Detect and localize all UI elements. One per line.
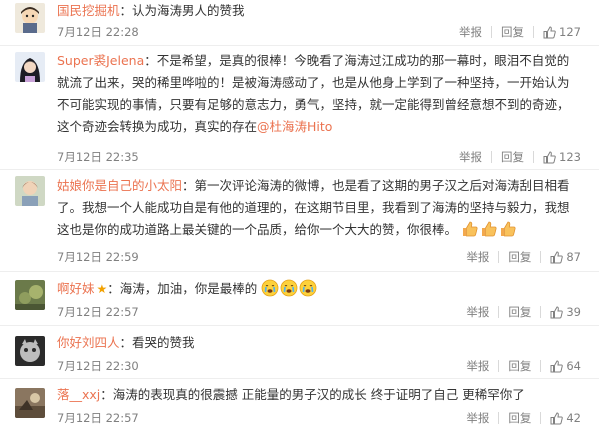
like-count: 42 [566,411,581,425]
report-button[interactable]: 举报 [466,410,489,426]
comment-item: 姑娘你是自己的小太阳：第一次评论海涛的微博，也是看了这期的男子汉之后对海涛刮目相… [0,170,599,272]
crying-emoji [280,279,298,297]
divider [498,251,500,263]
divider [498,412,500,424]
comment-content: 海涛的表现真的很震撼 正能量的男子汉的成长 终于证明了自己 更稀罕你了 [112,387,525,402]
thumbs-up-emoji [480,220,498,238]
report-button[interactable]: 举报 [459,149,482,165]
divider [491,26,493,38]
like-button[interactable]: 42 [550,411,581,425]
comment-username[interactable]: 国民挖掘机 [57,3,120,18]
divider [540,251,542,263]
avatar[interactable] [15,176,45,206]
divider [498,360,500,372]
like-button[interactable]: 123 [543,150,581,164]
comment-username[interactable]: 落__xxj [57,387,100,402]
avatar[interactable] [15,336,45,366]
comment-item: 国民挖掘机：认为海涛男人的赞我 7月12日 22:28 举报 回复 127 [0,0,599,46]
thumbs-up-icon [543,25,556,39]
comment-time: 7月12日 22:28 [57,25,139,39]
comment-time: 7月12日 22:59 [57,250,139,264]
thumbs-up-icon [550,305,564,319]
divider [540,306,542,318]
avatar[interactable] [15,3,45,33]
thumbs-up-icon [550,359,564,373]
reply-button[interactable]: 回复 [508,410,531,426]
thumbs-up-icon [543,150,556,164]
like-count: 123 [559,150,581,164]
report-button[interactable]: 举报 [466,249,489,265]
comment-item: 你好刘四人：看哭的赞我 7月12日 22:30 举报 回复 64 [0,326,599,379]
avatar[interactable] [15,388,45,418]
comment-time: 7月12日 22:57 [57,305,139,319]
vip-star-icon: ★ [96,282,108,296]
avatar[interactable] [15,280,45,310]
divider [498,306,500,318]
thumbs-up-emoji [461,220,479,238]
reply-button[interactable]: 回复 [501,24,524,40]
like-count: 39 [566,305,581,319]
comment-username[interactable]: Super裘Jelena [57,53,144,68]
divider [540,412,542,424]
thumbs-up-icon [550,250,564,264]
reply-button[interactable]: 回复 [508,249,531,265]
crying-emoji [299,279,317,297]
report-button[interactable]: 举报 [466,358,489,374]
comment-username[interactable]: 啊好妹 [57,281,95,296]
comment-list: 国民挖掘机：认为海涛男人的赞我 7月12日 22:28 举报 回复 127 Su… [0,0,599,434]
comment-content: 看哭的赞我 [132,335,195,350]
crying-emoji [261,279,279,297]
report-button[interactable]: 举报 [466,304,489,320]
avatar[interactable] [15,52,45,82]
like-button[interactable]: 127 [543,25,581,39]
reply-button[interactable]: 回复 [508,304,531,320]
comment-content: 认为海涛男人的赞我 [132,3,245,18]
comment-time: 7月12日 22:30 [57,359,139,373]
mention-link[interactable]: @杜海涛Hito [257,119,332,134]
reply-button[interactable]: 回复 [508,358,531,374]
thumbs-up-icon [550,411,564,425]
comment-item: Super裘Jelena：不是希望，是真的很棒！今晚看了海涛过江成功的那一幕时，… [0,46,599,170]
like-button[interactable]: 64 [550,359,581,373]
divider [533,151,535,163]
reply-button[interactable]: 回复 [501,149,524,165]
comment-item: 啊好妹 ★：海涛，加油，你是最棒的 7月12日 22:57 举报 回复 39 [0,272,599,326]
comment-time: 7月12日 22:57 [57,411,139,425]
comment-username[interactable]: 你好刘四人 [57,335,120,350]
divider [491,151,493,163]
comment-content: 海涛，加油，你是最棒的 [119,281,258,296]
like-count: 127 [559,25,581,39]
comment-item: 落__xxj：海涛的表现真的很震撼 正能量的男子汉的成长 终于证明了自己 更稀罕… [0,379,599,434]
comment-username[interactable]: 姑娘你是自己的小太阳 [57,178,182,193]
like-button[interactable]: 39 [550,305,581,319]
report-button[interactable]: 举报 [459,24,482,40]
comment-time: 7月12日 22:35 [57,150,139,164]
divider [540,360,542,372]
like-button[interactable]: 87 [550,250,581,264]
like-count: 87 [566,250,581,264]
like-count: 64 [566,359,581,373]
thumbs-up-emoji [499,220,517,238]
divider [533,26,535,38]
